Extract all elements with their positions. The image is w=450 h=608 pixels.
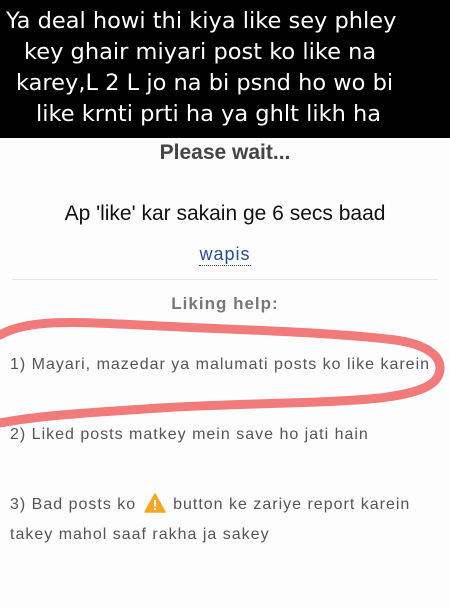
help-tip-2: 2) Liked posts matkey mein save ho jati … — [10, 426, 369, 443]
meme-caption: Ya deal howi thi kiya like sey phley key… — [0, 0, 450, 138]
help-tip-1: 1) Mayari, mazedar ya malumati posts ko … — [10, 356, 431, 373]
help-tip-3: 3) Bad posts ko button ke zariye report … — [10, 490, 442, 550]
liking-help-title: Liking help: — [171, 294, 279, 313]
back-link-container: wapis — [0, 244, 450, 266]
please-wait-heading: Please wait... — [159, 141, 291, 164]
caption-line-2: key ghair miyari post ko like na — [24, 39, 377, 65]
divider — [12, 279, 438, 280]
like-timer-text: Ap 'like' kar sakain ge 6 secs baad — [64, 202, 386, 225]
caption-line-1: Ya deal howi thi kiya like sey phley — [6, 8, 397, 34]
like-wait-page: Please wait... Ap 'like' kar sakain ge 6… — [0, 138, 450, 608]
warning-icon — [143, 493, 166, 513]
caption-line-4: like krnti prti ha ya ghlt likh ha — [36, 101, 382, 127]
back-link[interactable]: wapis — [199, 244, 251, 266]
caption-line-3: karey,L 2 L jo na bi psnd ho wo bi — [16, 70, 394, 96]
help-tip-3-start: 3) Bad posts ko — [10, 496, 137, 513]
